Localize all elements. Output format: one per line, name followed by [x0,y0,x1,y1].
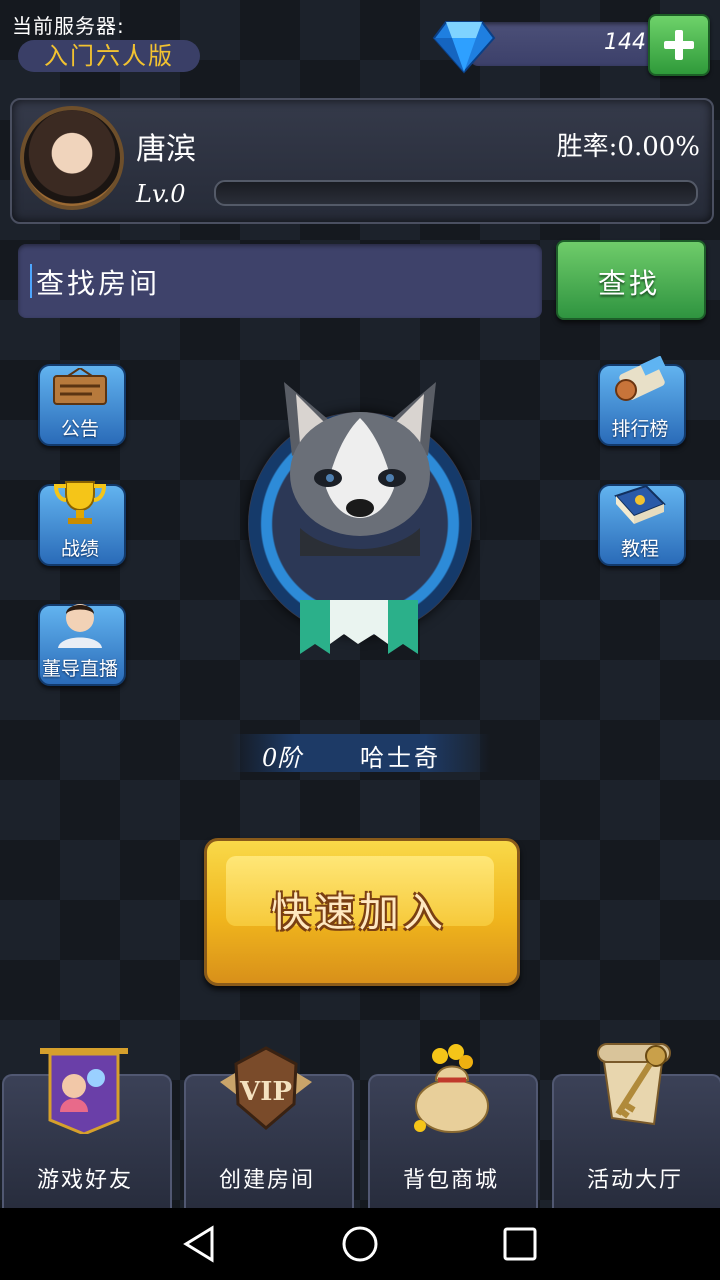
notice-board-icon [53,368,107,405]
book-icon [614,484,666,524]
tab-events-label: 活动大厅 [586,1168,683,1193]
search-placeholder: 查找房间 [36,267,161,300]
xp-progress-bar [214,180,698,206]
vip-badge-icon: VIP [220,1046,312,1130]
friends-banner-icon [40,1048,128,1134]
tab-shop-label: 背包商城 [402,1168,499,1193]
tutorial-label: 教程 [620,538,659,560]
recents-icon[interactable] [500,1224,540,1264]
money-bag-icon [414,1044,489,1133]
home-icon[interactable] [340,1224,380,1264]
search-button-label: 查找 [597,267,660,300]
tab-create-room-label: 创建房间 [218,1168,315,1193]
svg-text:VIP: VIP [239,1077,292,1107]
notice-label: 公告 [60,418,99,440]
player-name: 唐滨 [136,132,196,167]
tab-friends-label: 游戏好友 [36,1168,133,1193]
add-gems-button[interactable] [648,14,710,76]
key-scroll-icon [597,1043,671,1126]
rank-name: 哈士奇 [360,744,441,772]
live-stream-label: 董导直播 [41,658,118,680]
ribbon-icon [300,600,418,654]
streamer-avatar-icon [58,604,102,648]
win-rate: 胜率:0.00% [556,132,700,162]
records-label: 战绩 [60,538,99,560]
back-icon[interactable] [180,1224,220,1264]
gem-count: 144 [604,30,646,55]
player-level: Lv.0 [136,180,186,208]
text-caret [30,264,32,298]
server-label: 当前服务器: [12,14,125,38]
husky-avatar-icon [284,382,436,556]
server-name-badge[interactable]: 入门六人版 [18,40,200,72]
quick-join-label: 快速加入 [271,890,447,936]
diamond-icon [432,21,496,74]
avatar[interactable] [20,106,124,210]
scroll-icon [615,356,666,401]
leaderboard-label: 排行榜 [611,418,669,440]
rank-tier: 0阶 [262,744,302,772]
trophy-icon [53,481,107,524]
